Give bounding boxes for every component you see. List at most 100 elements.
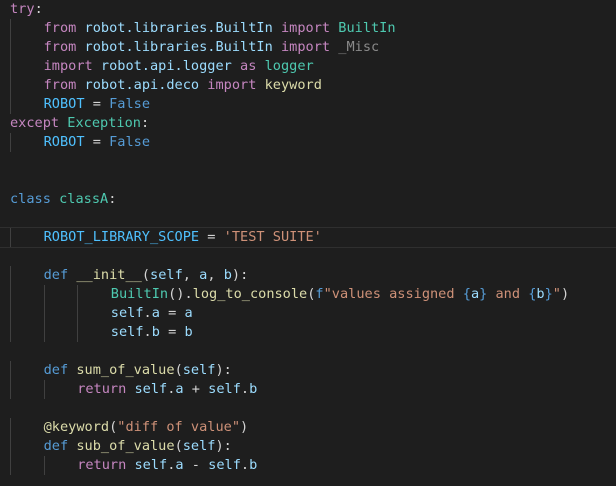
code-line: return self.a - self.b xyxy=(0,456,616,475)
code-token: a xyxy=(175,457,184,473)
code-token: sub_of_value xyxy=(76,438,175,454)
indent-guide xyxy=(43,285,45,304)
code-token: a xyxy=(470,286,480,302)
indent-guide xyxy=(10,304,11,323)
code-line-text: ROBOT = False xyxy=(44,133,150,152)
indent-guide xyxy=(10,456,11,475)
code-line: self.a = a xyxy=(0,304,616,323)
code-token: from xyxy=(43,20,77,36)
code-token: robot.libraries.BuiltIn xyxy=(84,39,273,55)
code-token: - xyxy=(183,457,209,473)
code-token: try xyxy=(10,1,35,17)
code-line: from robot.libraries.BuiltIn import Buil… xyxy=(0,19,616,38)
code-line: ROBOT_LIBRARY_SCOPE = 'TEST SUITE' xyxy=(0,228,616,247)
code-token: import xyxy=(280,20,331,36)
code-line-text: return self.a + self.b xyxy=(77,380,257,399)
code-token: self xyxy=(182,438,216,454)
code-token: = xyxy=(84,134,110,150)
code-line: ROBOT = False xyxy=(0,133,616,152)
indent-guide xyxy=(10,57,11,76)
code-line-text: def sub_of_value(self): xyxy=(44,437,232,456)
code-token: ROBOT xyxy=(43,134,85,150)
code-line-text: self.a = a xyxy=(111,304,193,323)
code-token: False xyxy=(109,96,150,112)
code-token: False xyxy=(109,134,150,150)
code-line: class classA: xyxy=(0,190,616,209)
code-line: from robot.libraries.BuiltIn import _Mis… xyxy=(0,38,616,57)
indent-guide xyxy=(10,38,11,57)
code-token: ): xyxy=(215,438,232,454)
indent-guide xyxy=(10,380,11,399)
code-token: , xyxy=(207,267,224,283)
code-token: from xyxy=(43,39,77,55)
code-token: BuiltIn xyxy=(110,286,169,302)
code-token: ( xyxy=(141,267,151,283)
code-token: import xyxy=(43,58,93,74)
code-token: a xyxy=(175,381,184,397)
code-token: robot.api.deco xyxy=(84,77,200,93)
code-line-text: def sum_of_value(self): xyxy=(44,361,232,380)
code-token: self xyxy=(110,324,144,340)
indent-guide xyxy=(43,304,45,323)
code-token: def xyxy=(43,362,69,378)
code-line-text: from robot.libraries.BuiltIn import Buil… xyxy=(44,19,396,38)
code-line: def sum_of_value(self): xyxy=(0,361,616,380)
code-line-text: except Exception: xyxy=(10,114,149,133)
code-token: f xyxy=(315,286,324,302)
indent-guide xyxy=(10,133,11,152)
code-token: return xyxy=(77,381,127,397)
code-token: self xyxy=(208,381,241,397)
code-token: (). xyxy=(168,286,193,302)
code-token: ( xyxy=(174,362,183,378)
code-token: Exception xyxy=(67,115,141,131)
code-line-text: try: xyxy=(10,0,43,19)
indent-guide xyxy=(10,285,11,304)
code-token: + xyxy=(183,381,209,397)
code-token: b xyxy=(536,286,545,302)
code-line-text: import robot.api.logger as logger xyxy=(44,57,314,76)
indent-guide xyxy=(43,456,45,475)
code-token: as xyxy=(240,58,257,74)
code-token: __init__ xyxy=(76,267,142,283)
code-line: def sub_of_value(self): xyxy=(0,437,616,456)
code-token: ): xyxy=(215,362,232,378)
code-line: ROBOT = False xyxy=(0,95,616,114)
code-token: { xyxy=(462,286,471,302)
code-token: _Misc xyxy=(338,39,380,55)
code-token: ( xyxy=(174,438,183,454)
code-token: b xyxy=(151,324,160,340)
indent-guide xyxy=(43,380,45,399)
code-token: : xyxy=(140,115,150,131)
code-token: ): xyxy=(231,267,249,283)
code-line-text: from robot.api.deco import keyword xyxy=(44,76,322,95)
code-token: b xyxy=(249,381,258,397)
code-token: self xyxy=(134,457,168,473)
code-line-text: def __init__(self, a, b): xyxy=(44,266,249,285)
code-token: : xyxy=(108,191,117,207)
code-token: . xyxy=(240,457,250,473)
code-line: return self.a + self.b xyxy=(0,380,616,399)
indent-guide xyxy=(43,323,45,342)
code-token: a xyxy=(184,305,193,321)
code-token: classA xyxy=(59,191,109,207)
code-token: def xyxy=(43,267,69,283)
code-token: 'TEST SUITE' xyxy=(223,229,322,245)
code-token: from xyxy=(43,77,77,93)
code-token: logger xyxy=(264,58,314,74)
code-token: @keyword xyxy=(43,419,110,435)
code-editor[interactable]: try: from robot.libraries.BuiltIn import … xyxy=(0,0,616,486)
code-token: keyword xyxy=(264,77,322,93)
code-line: self.b = b xyxy=(0,323,616,342)
indent-guide xyxy=(10,76,11,95)
